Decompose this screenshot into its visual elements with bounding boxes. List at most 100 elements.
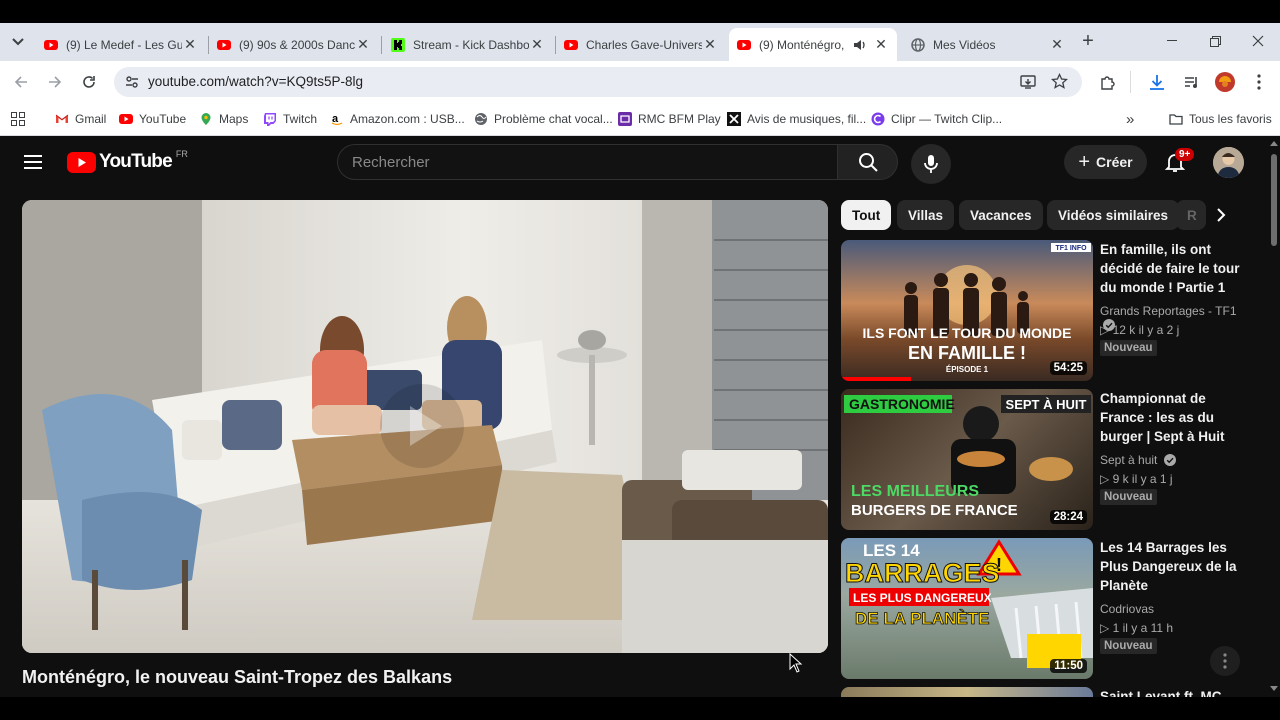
chevron-down-icon bbox=[12, 38, 24, 46]
forward-button[interactable] bbox=[44, 71, 66, 93]
rec-stats: ▷ 12 k il y a 2 j bbox=[1100, 323, 1180, 337]
bookmark-avis-musiques[interactable]: Avis de musiques, fil... bbox=[727, 110, 866, 128]
recommendation-item[interactable]: GASTRONOMIE SEPT À HUIT LES MEILLEURS BU… bbox=[841, 389, 1241, 530]
restore-button[interactable] bbox=[1205, 31, 1225, 51]
chip-videos-similaires[interactable]: Vidéos similaires bbox=[1047, 200, 1180, 230]
bottom-letterbox bbox=[0, 697, 1280, 720]
chip-tout[interactable]: Tout bbox=[841, 200, 892, 230]
video-frame bbox=[22, 200, 828, 653]
thumbnail-family-silhouette: ILS FONT LE TOUR DU MONDE EN FAMILLE ! É… bbox=[841, 243, 1091, 381]
bookmark-twitch[interactable]: Twitch bbox=[263, 110, 317, 128]
scroll-up-icon[interactable] bbox=[1270, 140, 1278, 146]
recommendation-item[interactable]: Saint Levant ft. MC bbox=[841, 687, 1241, 697]
more-actions-button[interactable] bbox=[1210, 646, 1240, 676]
close-icon[interactable]: ✕ bbox=[529, 36, 545, 53]
bookmark-amazon[interactable]: a Amazon.com : USB... bbox=[330, 110, 465, 128]
close-icon[interactable]: ✕ bbox=[355, 36, 371, 53]
video-thumbnail[interactable]: ILS FONT LE TOUR DU MONDE EN FAMILLE ! É… bbox=[841, 240, 1093, 381]
downloads-button[interactable] bbox=[1147, 72, 1167, 92]
account-avatar[interactable] bbox=[1213, 147, 1244, 178]
reload-icon bbox=[83, 76, 95, 88]
close-icon[interactable]: ✕ bbox=[702, 36, 718, 53]
chip-villas[interactable]: Villas bbox=[897, 200, 955, 230]
browser-menu-button[interactable] bbox=[1249, 72, 1269, 92]
more-bookmarks-button[interactable]: » bbox=[1126, 110, 1134, 128]
media-controls-button[interactable] bbox=[1181, 72, 1201, 92]
scroll-down-icon[interactable] bbox=[1270, 686, 1278, 692]
close-icon[interactable]: ✕ bbox=[1049, 36, 1065, 53]
bookmark-label: Gmail bbox=[75, 112, 107, 126]
video-thumbnail[interactable]: ! LES 14 BARRAGES LES PLUS DANGEREUX DE … bbox=[841, 538, 1093, 679]
back-button[interactable] bbox=[10, 71, 32, 93]
close-window-button[interactable] bbox=[1248, 31, 1268, 51]
bookmark-label: Tous les favoris bbox=[1189, 112, 1272, 126]
thumbnail-dam-scene: ! LES 14 BARRAGES LES PLUS DANGEREUX DE … bbox=[845, 539, 1093, 668]
rec-channel[interactable]: Codriovas bbox=[1100, 602, 1154, 616]
install-app-icon[interactable] bbox=[1020, 74, 1036, 90]
tab-montenegro-active[interactable]: (9) Monténégro, l ✕ bbox=[729, 28, 897, 61]
more-vert-icon bbox=[1257, 74, 1261, 90]
rec-title[interactable]: Saint Levant ft. MC bbox=[1100, 687, 1248, 697]
tab-charles-gave[interactable]: Charles Gave-Univers ✕ bbox=[556, 28, 726, 61]
rec-title[interactable]: Championnat de France : les as du burger… bbox=[1100, 389, 1248, 446]
youtube-logo[interactable]: YouTube FR bbox=[67, 149, 188, 174]
mouse-cursor-icon bbox=[789, 653, 803, 673]
rec-title[interactable]: Les 14 Barrages les Plus Dangereux de la… bbox=[1100, 538, 1248, 595]
tab-medef[interactable]: (9) Le Medef - Les Gu ✕ bbox=[36, 28, 206, 61]
thumb-text-4: DE LA PLANÈTE bbox=[855, 609, 989, 628]
tab-mes-videos[interactable]: Mes Vidéos ✕ bbox=[903, 28, 1073, 61]
voice-search-button[interactable] bbox=[911, 144, 951, 184]
double-chevron-right-icon: » bbox=[1126, 110, 1135, 128]
close-icon[interactable]: ✕ bbox=[873, 36, 889, 53]
bookmark-gmail[interactable]: Gmail bbox=[55, 110, 106, 128]
chip-partial[interactable]: R bbox=[1176, 200, 1206, 230]
bookmark-probleme-chat[interactable]: Problème chat vocal... bbox=[474, 110, 613, 128]
profile-button[interactable] bbox=[1215, 72, 1235, 92]
close-icon[interactable]: ✕ bbox=[182, 36, 198, 53]
video-thumbnail[interactable] bbox=[841, 687, 1093, 697]
site-settings-icon[interactable] bbox=[124, 74, 140, 90]
video-duration: 54:25 bbox=[1049, 361, 1087, 375]
scrollbar-thumb[interactable] bbox=[1271, 154, 1277, 246]
rec-title[interactable]: En famille, ils ont décidé de faire le t… bbox=[1100, 240, 1248, 297]
new-badge: Nouveau bbox=[1100, 340, 1157, 356]
download-icon bbox=[1150, 75, 1164, 90]
menu-button[interactable] bbox=[22, 153, 44, 171]
recommendation-item[interactable]: ILS FONT LE TOUR DU MONDE EN FAMILLE ! É… bbox=[841, 240, 1241, 381]
recommendation-item[interactable]: ! LES 14 BARRAGES LES PLUS DANGEREUX DE … bbox=[841, 538, 1241, 679]
all-bookmarks-folder[interactable]: Tous les favoris bbox=[1169, 110, 1272, 128]
tf1-logo-text: TF1 INFO bbox=[1055, 245, 1087, 252]
x-icon bbox=[727, 112, 741, 126]
search-button[interactable] bbox=[838, 144, 898, 180]
bookmark-label: Clipr — Twitch Clip... bbox=[891, 112, 1003, 126]
tab-search-button[interactable] bbox=[8, 32, 28, 52]
tab-90s[interactable]: (9) 90s & 2000s Danc ✕ bbox=[209, 28, 379, 61]
create-label: Créer bbox=[1096, 154, 1133, 170]
chevron-right-icon bbox=[1217, 208, 1226, 222]
video-player[interactable] bbox=[22, 200, 828, 653]
search-input[interactable]: Rechercher bbox=[337, 144, 838, 180]
star-icon[interactable] bbox=[1051, 73, 1068, 90]
bookmark-youtube[interactable]: YouTube bbox=[119, 110, 186, 128]
rec-channel[interactable]: Sept à huit bbox=[1100, 453, 1176, 467]
tab-kick[interactable]: Stream - Kick Dashbo ✕ bbox=[383, 28, 553, 61]
new-tab-button[interactable]: + bbox=[1078, 30, 1098, 52]
rmc-icon bbox=[618, 112, 632, 126]
minimize-button[interactable] bbox=[1162, 31, 1182, 51]
page-scrollbar[interactable] bbox=[1268, 136, 1280, 697]
extensions-button[interactable] bbox=[1097, 72, 1117, 92]
url-text: youtube.com/watch?v=KQ9ts5P-8lg bbox=[148, 74, 363, 89]
video-thumbnail[interactable]: GASTRONOMIE SEPT À HUIT LES MEILLEURS BU… bbox=[841, 389, 1093, 530]
bookmark-maps[interactable]: Maps bbox=[199, 110, 248, 128]
twitch-icon bbox=[264, 113, 276, 126]
chip-vacances[interactable]: Vacances bbox=[959, 200, 1043, 230]
bookmark-clipr[interactable]: Clipr — Twitch Clip... bbox=[871, 110, 1002, 128]
reload-button[interactable] bbox=[78, 71, 100, 93]
address-bar[interactable]: youtube.com/watch?v=KQ9ts5P-8lg bbox=[114, 67, 1082, 97]
clipr-icon bbox=[871, 112, 885, 126]
speaker-icon[interactable] bbox=[853, 38, 867, 52]
create-button[interactable]: + Créer bbox=[1064, 145, 1147, 179]
apps-button[interactable] bbox=[11, 110, 25, 128]
bookmark-rmc[interactable]: RMC BFM Play bbox=[618, 110, 721, 128]
chips-next-button[interactable] bbox=[1208, 202, 1234, 228]
